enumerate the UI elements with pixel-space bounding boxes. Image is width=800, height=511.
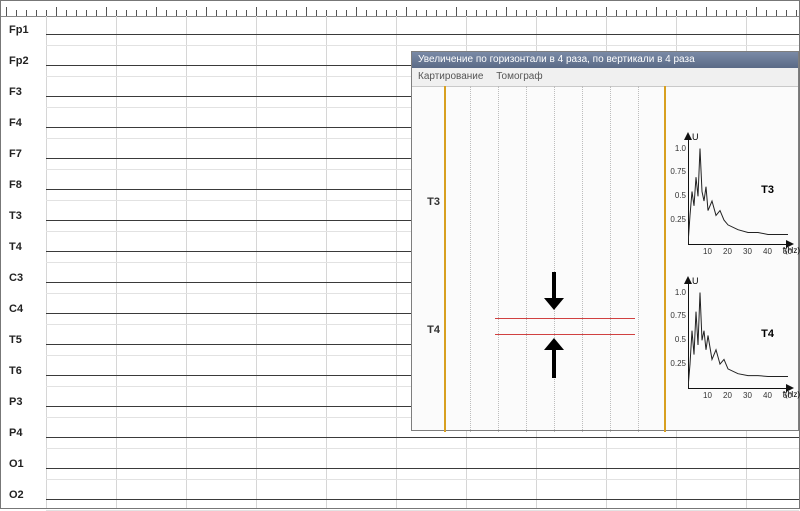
channel-row: O1 — [1, 450, 799, 480]
channel-label: T5 — [9, 334, 22, 346]
channel-separator — [46, 479, 799, 480]
channel-label: T4 — [9, 241, 22, 253]
spectrum-t4: U f(Hz) T4 1.00.750.50.25 1020304050 — [674, 278, 794, 408]
spectrum-t3: U f(Hz) T3 1.00.750.50.25 1020304050 — [674, 134, 794, 264]
channel-label: P4 — [9, 427, 22, 439]
channel-row: Fp1 — [1, 16, 799, 46]
x-axis — [688, 244, 788, 245]
channel-label: O2 — [9, 489, 24, 501]
time-ruler — [1, 1, 799, 17]
annotation-arrow-down — [540, 272, 568, 312]
zoom-titlebar[interactable]: Увеличение по горизонтали в 4 раза, по в… — [412, 52, 798, 68]
channel-separator — [46, 448, 799, 449]
channel-label: P3 — [9, 396, 22, 408]
channel-trace[interactable] — [46, 34, 799, 35]
channel-label: F4 — [9, 117, 22, 129]
channel-label: T3 — [9, 210, 22, 222]
channel-label: F3 — [9, 86, 22, 98]
tab-mapping[interactable]: Картирование — [418, 71, 483, 82]
channel-label: F8 — [9, 179, 22, 191]
channel-row: O2 — [1, 481, 799, 511]
zoom-guide-lower — [495, 334, 635, 335]
zoom-channel-label-t4: T4 — [418, 324, 440, 336]
zoom-tabs: Картирование Томограф — [412, 68, 798, 87]
zoom-channel-label-t3: T3 — [418, 196, 440, 208]
spectrum-curve-t4 — [688, 283, 788, 388]
annotation-arrow-up — [540, 338, 568, 378]
channel-label: T6 — [9, 365, 22, 377]
zoom-body: T3 T4 — [412, 86, 798, 430]
channel-separator — [46, 45, 799, 46]
channel-label: F7 — [9, 148, 22, 160]
channel-label: O1 — [9, 458, 24, 470]
zoom-guide-upper — [495, 318, 635, 319]
channel-label: C4 — [9, 303, 23, 315]
channel-label: Fp1 — [9, 24, 29, 36]
eeg-viewer: Fp1 Fp2 F3 F4 F7 F8 T3 T4 C3 C4 T5 T6 P3 P4 O1 O2 Увели… — [0, 0, 800, 509]
tab-tomograph[interactable]: Томограф — [496, 71, 542, 82]
x-axis — [688, 388, 788, 389]
spectrum-curve-t3 — [688, 139, 788, 244]
zoom-marker-right — [664, 86, 666, 432]
channel-label: Fp2 — [9, 55, 29, 67]
zoom-marker-left — [444, 86, 446, 432]
zoom-plot-area[interactable] — [440, 86, 670, 432]
channel-label: C3 — [9, 272, 23, 284]
channel-trace[interactable] — [46, 499, 799, 500]
zoom-window: Увеличение по горизонтали в 4 раза, по в… — [411, 51, 799, 431]
channel-trace[interactable] — [46, 437, 799, 438]
channel-trace[interactable] — [46, 468, 799, 469]
